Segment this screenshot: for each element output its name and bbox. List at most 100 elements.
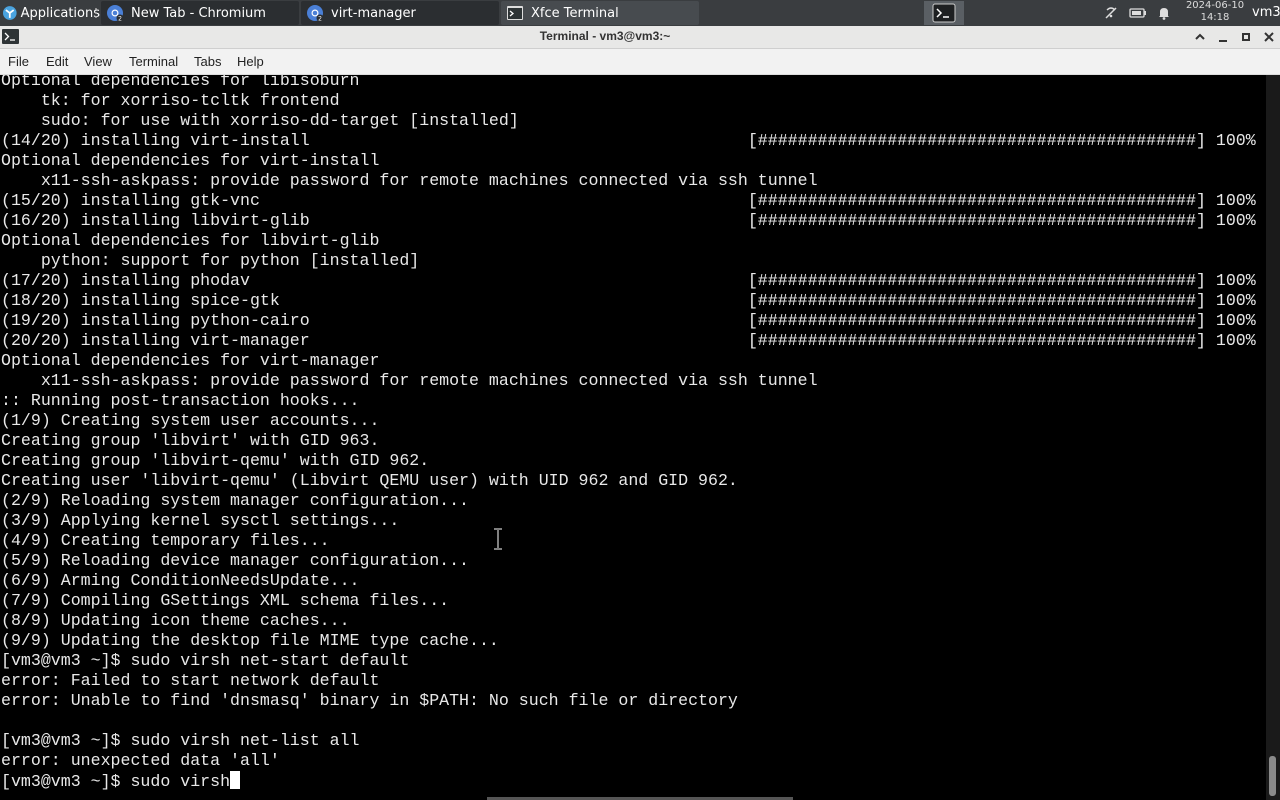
terminal-icon [932, 3, 956, 23]
terminal-line-text: Optional dependencies for libvirt-glib [1, 231, 380, 250]
chromium-icon: 2 [107, 5, 124, 22]
terminal-line-text: (6/9) Arming ConditionNeedsUpdate... [1, 571, 360, 590]
terminal-line: (1/9) Creating system user accounts... [1, 411, 379, 431]
terminal-line-text: python: support for python [installed] [1, 251, 420, 270]
terminal-line: Creating user 'libvirt-qemu' (Libvirt QE… [1, 471, 738, 491]
taskbar-item-label: New Tab - Chromium [131, 5, 266, 21]
panel-clock[interactable]: 2024-06-10 14:18 [1184, 0, 1246, 24]
terminal-line-text: (7/9) Compiling GSettings XML schema fil… [1, 591, 450, 610]
terminal-line-text: [vm3@vm3 ~]$ sudo virsh net-start defaul… [1, 651, 410, 670]
terminal-line: sudo: for use with xorriso-dd-target [in… [1, 111, 519, 131]
taskbar-item-xfce-terminal[interactable]: Xfce Terminal [501, 1, 699, 25]
applications-label: Applications [20, 5, 100, 21]
terminal-line: error: Failed to start network default [1, 671, 379, 691]
terminal-scrollbar[interactable] [1266, 75, 1280, 800]
terminal-line: (17/20) installing phodav [#############… [1, 271, 1256, 291]
terminal-line: (9/9) Updating the desktop file MIME typ… [1, 631, 499, 651]
terminal-line-text: error: unexpected data 'all' [1, 751, 280, 770]
terminal-line: (16/20) installing libvirt-glib [#######… [1, 211, 1256, 231]
clock-date: 2024-06-10 [1185, 0, 1245, 11]
terminal-line: Optional dependencies for virt-install [1, 151, 379, 171]
terminal-line: (18/20) installing spice-gtk [##########… [1, 291, 1256, 311]
close-icon [1264, 32, 1274, 42]
terminal-output[interactable]: Optional dependencies for libisoburn tk:… [0, 75, 1266, 800]
terminal-cursor [230, 771, 241, 789]
clock-time: 14:18 [1200, 12, 1230, 23]
terminal-line-text: tk: for xorriso-tcltk frontend [1, 91, 340, 110]
terminal-line-text: (18/20) installing spice-gtk [##########… [1, 291, 1256, 310]
terminal-line: Optional dependencies for virt-manager [1, 351, 379, 371]
window-titlebar[interactable]: Terminal - vm3@vm3:~ [0, 26, 1280, 49]
menubar: File Edit View Terminal Tabs Help [0, 49, 1280, 75]
window-minimize-button[interactable] [1214, 28, 1232, 46]
terminal-line-text: (19/20) installing python-cairo [#######… [1, 311, 1256, 330]
text-cursor-icon [494, 528, 502, 550]
terminal-line: (3/9) Applying kernel sysctl settings... [1, 511, 399, 531]
terminal-line: Optional dependencies for libisoburn [1, 75, 359, 91]
chromium-icon: 2 [307, 5, 324, 22]
window-shade-button[interactable] [1191, 28, 1209, 46]
terminal-line-text: Creating user 'libvirt-qemu' (Libvirt QE… [1, 471, 738, 490]
terminal-line-text: [vm3@vm3 ~]$ sudo virsh [1, 772, 231, 791]
notification-bell-icon[interactable] [1156, 5, 1172, 21]
terminal-line-text: Creating group 'libvirt-qemu' with GID 9… [1, 451, 430, 470]
menu-tabs[interactable]: Tabs [194, 54, 221, 69]
terminal-line-text: x11-ssh-askpass: provide password for re… [1, 371, 818, 390]
terminal-line: error: Unable to find 'dnsmasq' binary i… [1, 691, 738, 711]
user-menu-label[interactable]: vm3 [1252, 5, 1280, 20]
menu-help[interactable]: Help [237, 54, 264, 69]
battery-icon[interactable] [1129, 6, 1147, 20]
terminal-line-text: (2/9) Reloading system manager configura… [1, 491, 470, 510]
terminal-line: Optional dependencies for libvirt-glib [1, 231, 379, 251]
taskbar-item-virt-manager[interactable]: 2 virt-manager [301, 1, 499, 25]
terminal-launcher-button[interactable] [924, 1, 964, 25]
terminal-line: python: support for python [installed] [1, 251, 419, 271]
terminal-line: error: unexpected data 'all' [1, 751, 280, 771]
window-title: Terminal - vm3@vm3:~ [539, 29, 671, 43]
maximize-icon [1242, 33, 1250, 41]
terminal-line: (7/9) Compiling GSettings XML schema fil… [1, 591, 449, 611]
terminal-line: (20/20) installing virt-manager [#######… [1, 331, 1256, 351]
terminal-line: (5/9) Reloading device manager configura… [1, 551, 469, 571]
terminal-line: Creating group 'libvirt-qemu' with GID 9… [1, 451, 429, 471]
terminal-line-text: [vm3@vm3 ~]$ sudo virsh net-list all [1, 731, 360, 750]
terminal-line-text: Optional dependencies for virt-install [1, 151, 380, 170]
network-disconnected-icon[interactable] [1103, 5, 1119, 21]
terminal-line-text: (16/20) installing libvirt-glib [#######… [1, 211, 1256, 230]
window-maximize-button[interactable] [1237, 28, 1255, 46]
taskbar-item-chromium[interactable]: 2 New Tab - Chromium [101, 1, 299, 25]
terminal-line: (4/9) Creating temporary files... [1, 531, 330, 551]
applications-menu-button[interactable]: Applications [0, 0, 100, 26]
terminal-line-text: error: Unable to find 'dnsmasq' binary i… [1, 691, 738, 710]
menu-edit[interactable]: Edit [46, 54, 68, 69]
terminal-line-text: (8/9) Updating icon theme caches... [1, 611, 350, 630]
menu-terminal[interactable]: Terminal [129, 54, 178, 69]
taskbar-item-label: virt-manager [331, 5, 416, 21]
terminal-line: x11-ssh-askpass: provide password for re… [1, 371, 818, 391]
terminal-line: (15/20) installing gtk-vnc [############… [1, 191, 1256, 211]
panel-separator-icon [95, 8, 97, 18]
terminal-line-text: Optional dependencies for libisoburn [1, 75, 360, 90]
menu-view[interactable]: View [84, 54, 112, 69]
terminal-line-text: :: Running post-transaction hooks... [1, 391, 360, 410]
terminal-line: x11-ssh-askpass: provide password for re… [1, 171, 818, 191]
xfce-logo-icon [2, 6, 17, 20]
terminal-line-text: sudo: for use with xorriso-dd-target [in… [1, 111, 519, 130]
terminal-line-text: x11-ssh-askpass: provide password for re… [1, 171, 818, 190]
terminal-line-text: (9/9) Updating the desktop file MIME typ… [1, 631, 499, 650]
minimize-icon [1219, 40, 1227, 42]
terminal-line: [vm3@vm3 ~]$ sudo virsh net-start defaul… [1, 651, 409, 671]
terminal-line-text: Creating group 'libvirt' with GID 963. [1, 431, 380, 450]
terminal-line: tk: for xorriso-tcltk frontend [1, 91, 340, 111]
top-panel: Applications 2 New Tab - Chromium 2 virt… [0, 0, 1280, 26]
terminal-line-text: (14/20) installing virt-install [#######… [1, 131, 1256, 150]
terminal-line-text: error: Failed to start network default [1, 671, 380, 690]
terminal-line: :: Running post-transaction hooks... [1, 391, 359, 411]
terminal-line-text: (5/9) Reloading device manager configura… [1, 551, 470, 570]
terminal-line-text: (15/20) installing gtk-vnc [############… [1, 191, 1256, 210]
window-close-button[interactable] [1260, 28, 1278, 46]
svg-text:2: 2 [318, 15, 322, 22]
svg-text:2: 2 [118, 15, 122, 22]
menu-file[interactable]: File [8, 54, 29, 69]
scrollbar-thumb[interactable] [1269, 756, 1276, 796]
